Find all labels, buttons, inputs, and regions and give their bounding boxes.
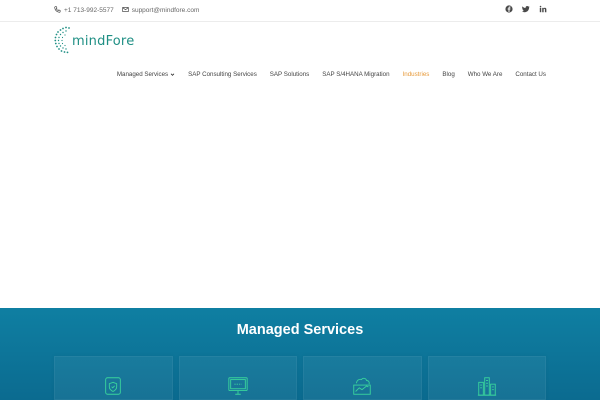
hero-area: [0, 92, 600, 308]
social-links: [505, 5, 547, 13]
service-cards: [54, 356, 546, 400]
shield-monitor-icon: [105, 377, 122, 395]
service-card[interactable]: [54, 356, 173, 400]
nav-item-managed-services[interactable]: Managed Services: [117, 71, 175, 78]
site-header: mindFore Managed Services SAP Consulting…: [0, 22, 600, 92]
city-building-icon: [477, 377, 496, 396]
nav-item-label: Blog: [442, 71, 455, 78]
service-card[interactable]: [303, 356, 422, 400]
nav-item-label: SAP S/4HANA Migration: [322, 71, 390, 78]
nav-item-blog[interactable]: Blog: [442, 71, 454, 78]
nav-item-label: Managed Services: [116, 71, 169, 78]
twitter-icon[interactable]: [522, 5, 530, 13]
logo-dots-icon: [54, 26, 70, 54]
nav-item-sap-consulting-services[interactable]: SAP Consulting Services: [188, 71, 257, 78]
phone-link[interactable]: +1 713-992-5577: [54, 6, 114, 15]
monitor-icon: [228, 377, 248, 395]
nav-item-contact-us[interactable]: Contact Us: [515, 71, 546, 78]
managed-services-section: Managed Services: [0, 308, 600, 400]
nav-item-label: Contact Us: [515, 71, 546, 78]
contact-info: +1 713-992-5577 support@mindfore.com: [54, 6, 199, 15]
nav-item-industries[interactable]: Industries: [403, 71, 430, 78]
phone-text: +1 713-992-5577: [64, 7, 114, 14]
brand-logo[interactable]: mindFore: [53, 25, 134, 55]
service-card[interactable]: [427, 356, 546, 400]
nav-item-sap-s4hana-migration[interactable]: SAP S/4HANA Migration: [322, 71, 389, 78]
top-bar: +1 713-992-5577 support@mindfore.com: [0, 0, 600, 22]
email-link[interactable]: support@mindfore.com: [122, 6, 200, 15]
facebook-icon[interactable]: [505, 5, 513, 13]
cloud-chart-icon: [353, 377, 371, 395]
section-title: Managed Services: [236, 322, 364, 338]
main-nav: Managed Services SAP Consulting Services…: [117, 71, 546, 78]
nav-item-label: Industries: [402, 71, 430, 78]
phone-icon: [54, 6, 61, 15]
linkedin-icon[interactable]: [539, 5, 547, 13]
nav-item-who-we-are[interactable]: Who We Are: [468, 71, 503, 78]
nav-item-sap-solutions[interactable]: SAP Solutions: [270, 71, 309, 78]
logo-text: mindFore: [72, 33, 135, 49]
service-card[interactable]: [178, 356, 297, 400]
nav-item-label: Who We Are: [467, 71, 503, 78]
email-text: support@mindfore.com: [131, 7, 200, 14]
envelope-icon: [122, 6, 129, 15]
nav-item-label: SAP Solutions: [269, 71, 310, 78]
chevron-down-icon: [170, 73, 175, 76]
nav-item-label: SAP Consulting Services: [188, 71, 257, 78]
